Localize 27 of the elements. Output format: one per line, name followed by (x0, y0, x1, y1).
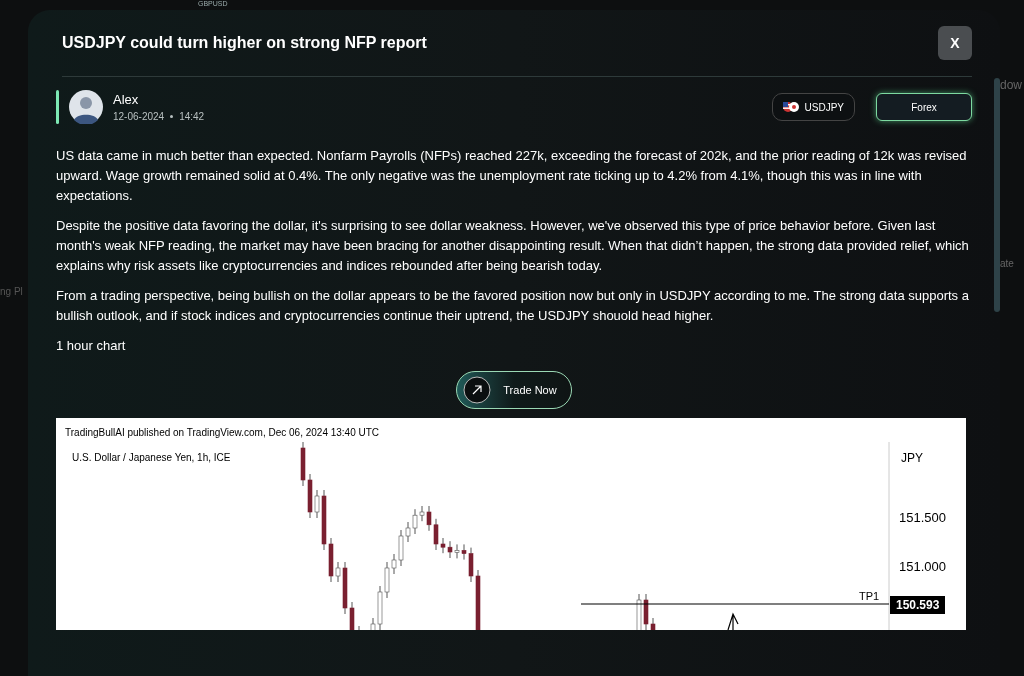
avatar-icon (69, 90, 103, 124)
chart-publisher: TradingBullAI published on TradingView.com, Dec 06, 2024 13:40 UTC (65, 426, 380, 440)
background-label: dow (1000, 77, 1022, 94)
article-paragraph: Despite the positive data favoring the dollar, it's surprising to see dollar weakness. However, we've observed this type of price behavior before. Given last month's weak NFP reading, the market may have been bracing for another disappointing result. When that didn’t happen, the strong data provided relief, which explains why risk assets like cryptocurrencies and indices rebounded after being bearish today. (56, 217, 970, 275)
tag-button[interactable]: USDJPY (771, 93, 855, 121)
post-date: 12-06-2024 (113, 110, 165, 125)
article-paragraph: 1 hour chart (56, 337, 127, 355)
level-label: TP1 (859, 589, 880, 604)
price-tag: 150.593 (890, 596, 946, 614)
flag-icon (782, 102, 799, 112)
close-button[interactable]: X (938, 26, 972, 60)
currency-label: JPY (901, 450, 923, 467)
modal-title: USDJPY could turn higher on strong NFP report (62, 33, 427, 53)
accent-bar (56, 90, 59, 124)
price-label: 151.500 (899, 509, 946, 527)
price-label: 151.000 (899, 558, 946, 576)
chart-symbol: U.S. Dollar / Japanese Yen, 1h, ICE (72, 451, 231, 465)
article-paragraph: From a trading perspective, being bullish on the dollar appears to be the favored position now but only in USDJPY according to me. The strong data supports a bullish outlook, and if stock indices and cryptocurrencies continue their uptrend, the USDJPY shouold head higher. (56, 287, 970, 325)
arrow-drawing (727, 612, 739, 630)
background-label: ng Pl (0, 285, 23, 299)
author-name: Alex (113, 90, 140, 109)
article-paragraph: US data came in much better than expected. Nonfarm Payrolls (NFPs) reached 227k, exceeding the forecast of 202k, and the prior reading of 12k was revised upward. Wage growth remained solid at 0.4%. The only negative was the unemployment rate ticking up to 4.2% from 4.1%, though this was in line with expectations. (56, 147, 968, 205)
tag-button[interactable]: Forex (876, 93, 972, 121)
background-label: ate (1000, 257, 1014, 271)
trade-now-button[interactable]: Trade Now (456, 371, 572, 409)
post-time: 14:42 (179, 110, 205, 125)
scrollbar-thumb[interactable] (994, 78, 1000, 312)
